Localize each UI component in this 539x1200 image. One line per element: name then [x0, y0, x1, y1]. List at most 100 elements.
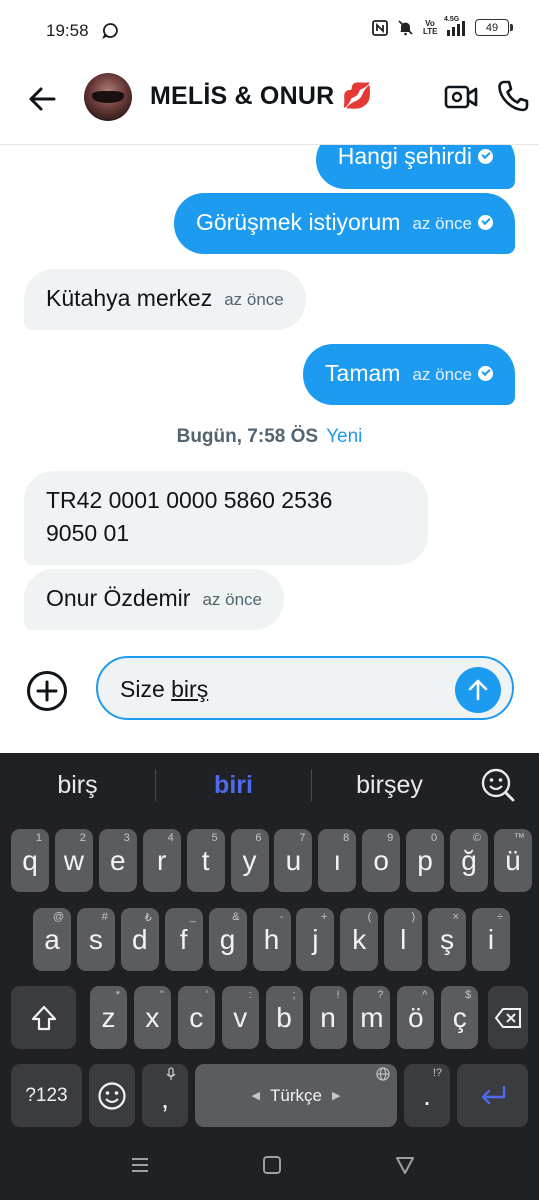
key-t[interactable]: 5t	[186, 829, 225, 892]
key-c[interactable]: ' c	[177, 986, 215, 1049]
enter-icon	[481, 1085, 505, 1104]
key-hint: ;	[292, 989, 296, 1001]
back-nav-icon[interactable]	[395, 1155, 415, 1180]
key-l[interactable]: ) l	[384, 908, 423, 971]
period-label: .	[423, 1079, 431, 1111]
key-label: ı	[333, 844, 342, 876]
key-v[interactable]: :v	[221, 986, 259, 1049]
conversation-title[interactable]: MELİS & ONUR 💋	[150, 82, 373, 111]
read-check-icon	[478, 366, 493, 382]
mute-icon	[397, 19, 414, 36]
key-ş[interactable]: × ş	[428, 908, 467, 971]
phone-call-icon[interactable]	[497, 79, 529, 118]
key-f[interactable]: _ f	[164, 908, 203, 971]
message-bubble-received[interactable]: TR42 0001 0000 5860 2536 9050 01	[24, 471, 428, 565]
key-h[interactable]: -h	[252, 908, 291, 971]
space-key[interactable]: ◀ Türkçe ▶	[195, 1064, 397, 1127]
key-hint: +	[320, 911, 328, 923]
key-ü[interactable]: ™ ü	[493, 829, 532, 892]
key-y[interactable]: 6y	[230, 829, 269, 892]
chevron-right-icon: ▶	[331, 1090, 341, 1102]
key-m[interactable]: ? m	[353, 986, 391, 1049]
key-label: ö	[408, 1001, 424, 1033]
key-hint: 3	[123, 832, 130, 844]
key-b[interactable]: ; b	[265, 986, 303, 1049]
suggestion-2[interactable]: biri	[156, 771, 311, 800]
suggestion-1[interactable]: birş	[0, 771, 155, 800]
enter-key[interactable]	[457, 1064, 528, 1127]
key-a[interactable]: @ a	[33, 908, 71, 971]
key-j[interactable]: + j	[296, 908, 335, 971]
key-label: k	[352, 923, 367, 955]
message-bubble-received[interactable]: Onur Özdemir az önce	[24, 569, 284, 630]
message-text: Onur Özdemir	[46, 585, 191, 611]
key-label: u	[285, 844, 302, 876]
key-label: t	[201, 844, 210, 876]
symbols-key[interactable]: ?123	[11, 1064, 82, 1127]
key-label: o	[373, 844, 389, 876]
home-icon[interactable]	[262, 1155, 282, 1180]
key-r[interactable]: 4r	[142, 829, 181, 892]
key-q[interactable]: 1q	[11, 829, 49, 892]
send-button[interactable]	[455, 667, 501, 713]
chat-notification-icon	[102, 22, 119, 44]
back-arrow-icon[interactable]	[26, 82, 60, 116]
key-z[interactable]: * z	[90, 986, 127, 1049]
message-composer: Size birş	[0, 643, 539, 753]
comma-key[interactable]: ,	[142, 1064, 188, 1127]
key-ı[interactable]: 8ı	[318, 829, 357, 892]
key-label: d	[132, 923, 148, 955]
key-e[interactable]: 3e	[98, 829, 137, 892]
key-hint: ?	[377, 989, 384, 1001]
message-bubble-sent[interactable]: Hangi şehirdi	[315, 145, 515, 189]
add-media-icon[interactable]	[26, 670, 68, 717]
key-hint: #	[101, 911, 108, 923]
input-text-composing: birş	[171, 676, 209, 702]
shift-key[interactable]	[11, 986, 76, 1049]
shift-icon	[31, 1005, 56, 1030]
key-i[interactable]: ÷ i	[472, 908, 510, 971]
key-s[interactable]: # s	[76, 908, 115, 971]
key-hint: @	[52, 911, 64, 923]
recent-apps-icon[interactable]	[130, 1155, 150, 1180]
key-ğ[interactable]: © ğ	[450, 829, 488, 892]
chevron-left-icon: ◀	[251, 1090, 261, 1102]
emoji-key[interactable]	[89, 1064, 135, 1127]
avatar[interactable]	[84, 73, 132, 121]
key-u[interactable]: 7u	[274, 829, 313, 892]
key-o[interactable]: 9o	[362, 829, 401, 892]
message-text: Tamam	[325, 360, 401, 386]
key-k[interactable]: (k	[340, 908, 379, 971]
key-label: ç	[452, 1001, 467, 1033]
backspace-key[interactable]	[488, 986, 528, 1049]
message-input[interactable]: Size birş	[96, 656, 514, 720]
key-p[interactable]: 0p	[406, 829, 445, 892]
key-label: b	[276, 1001, 292, 1033]
key-label: g	[219, 923, 236, 955]
key-x[interactable]: " x	[133, 986, 171, 1049]
key-hint: 0	[430, 832, 438, 844]
key-g[interactable]: & g	[208, 908, 247, 971]
message-bubble-received[interactable]: Kütahya merkez az önce	[24, 269, 306, 330]
key-w[interactable]: 2w	[54, 829, 93, 892]
video-call-icon[interactable]	[444, 82, 478, 117]
message-input-text[interactable]: Size birş	[120, 676, 208, 703]
emoji-search-icon[interactable]	[480, 767, 516, 808]
new-messages-divider: Bugün, 7:58 ÖS Yeni	[0, 426, 539, 448]
message-text: Hangi şehirdi	[337, 145, 472, 169]
key-d[interactable]: ₺ d	[120, 908, 159, 971]
period-key[interactable]: !? .	[404, 1064, 450, 1127]
key-n[interactable]: ! n	[309, 986, 347, 1049]
key-hint: 2	[79, 832, 86, 844]
system-navigation-bar	[0, 1130, 539, 1200]
message-bubble-sent[interactable]: Görüşmek istiyorum az önce	[173, 193, 515, 254]
message-text-line: TR42 0001 0000 5860 2536	[46, 487, 333, 513]
key-ö[interactable]: ^ ö	[397, 986, 435, 1049]
key-hint: ×	[452, 911, 460, 923]
message-bubble-sent[interactable]: Tamam az önce	[303, 344, 515, 405]
message-time: az önce	[412, 214, 472, 234]
key-label: x	[145, 1001, 160, 1033]
key-ç[interactable]: $ ç	[441, 986, 479, 1049]
message-list[interactable]: Hangi şehirdi Görüşmek istiyorum az önce …	[0, 145, 539, 643]
suggestion-3[interactable]: birşey	[312, 771, 467, 800]
